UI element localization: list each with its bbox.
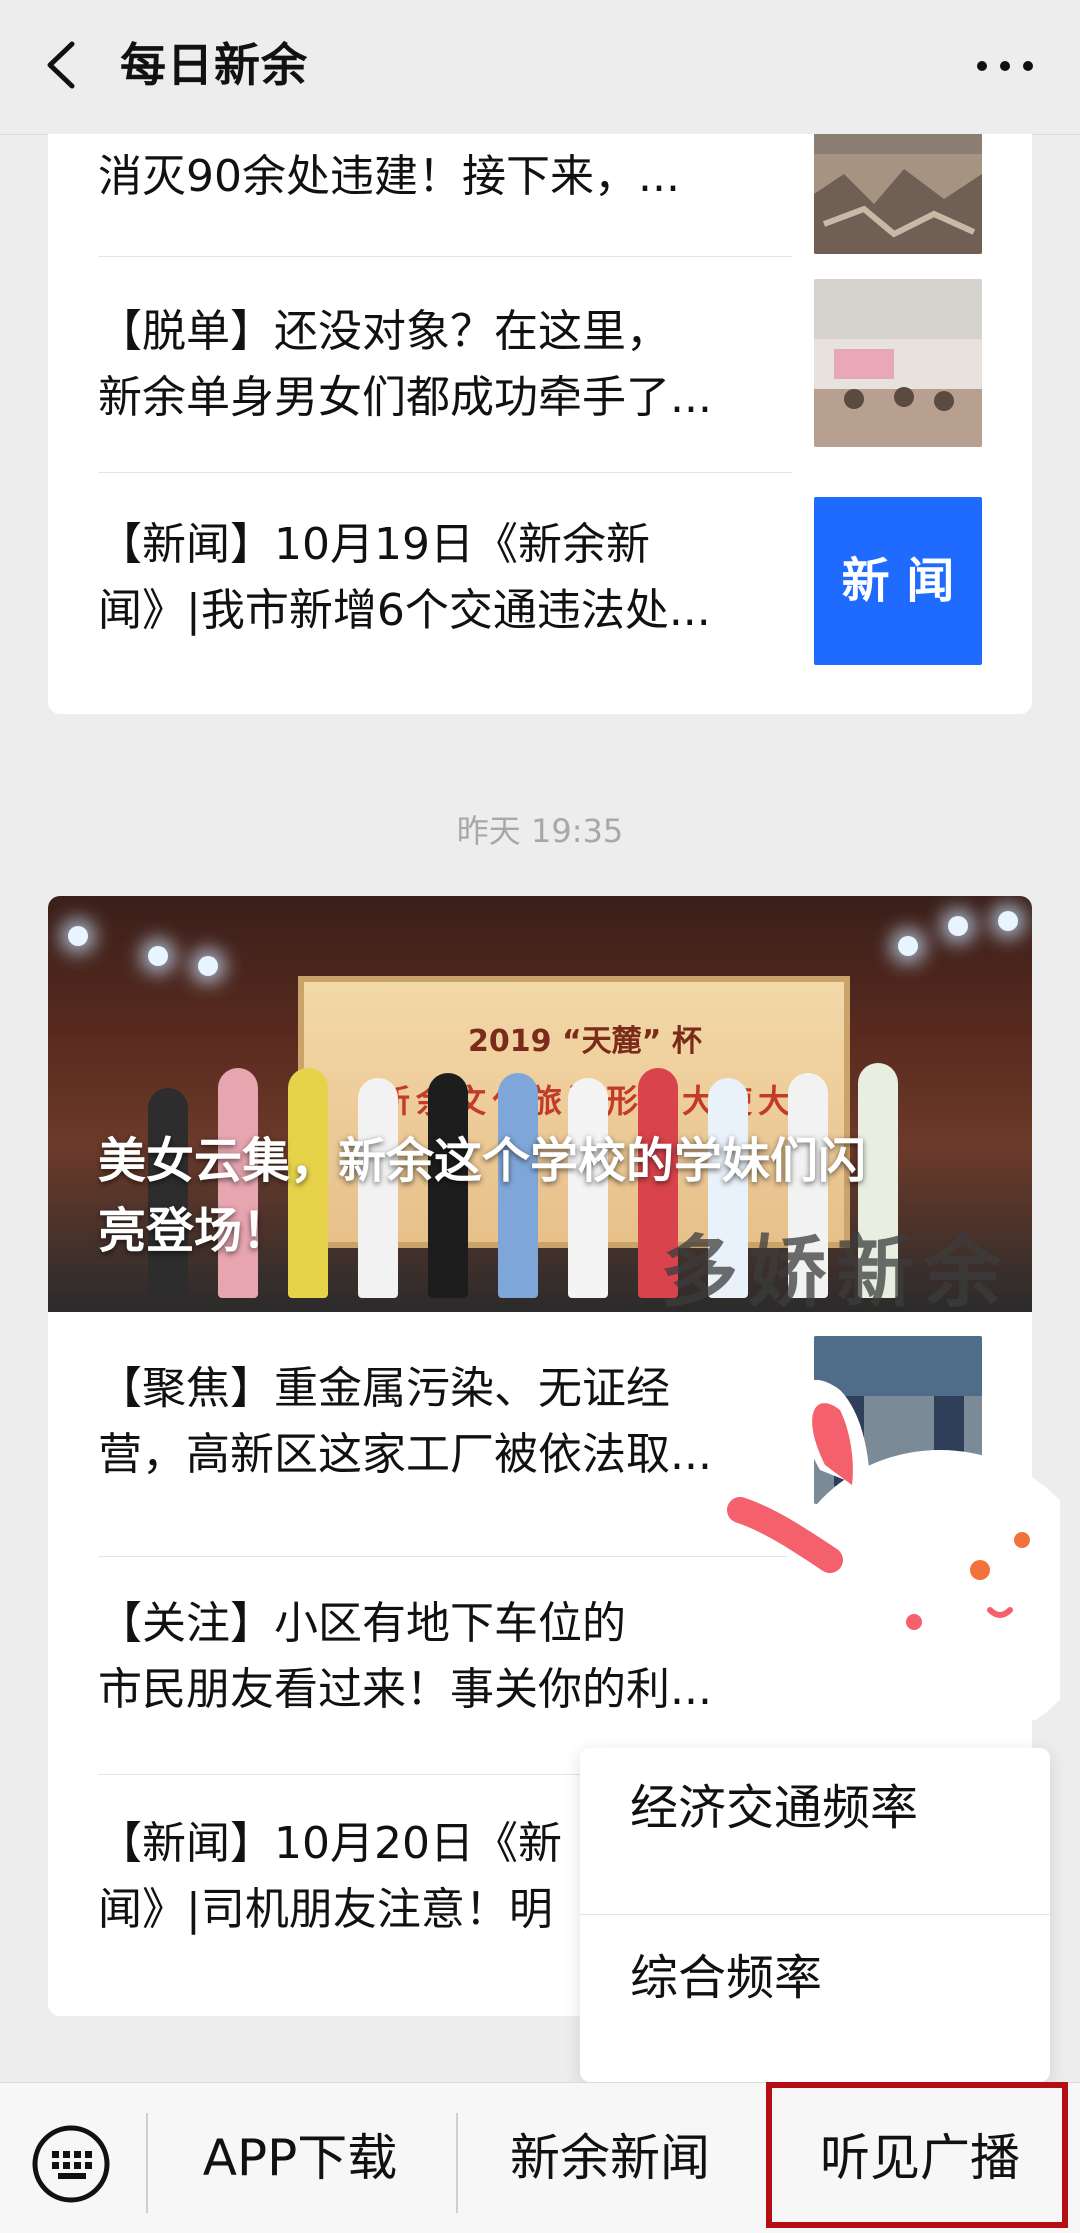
menu-button-xinyu-news[interactable]: 新余新闻 [460,2083,760,2233]
article-title-line: 【关注】小区有地下车位的 [98,1598,626,1649]
stage-title: 2019 “天麓” 杯 [468,1024,702,1059]
banner-caption: 美女云集，新余这个学校的学妹们闪 亮登场！ [98,1126,998,1266]
article-title-line: 营，高新区这家工厂被依法取... [98,1429,712,1480]
banner-caption-line: 美女云集，新余这个学校的学妹们闪 [98,1133,867,1189]
demolition-thumbnail [814,134,982,254]
back-arrow-icon[interactable] [36,30,86,100]
article-title: 【关注】小区有地下车位的 市民朋友看过来！事关你的利... [98,1591,768,1723]
highlight-box [766,2082,1068,2228]
stage-light [198,956,218,976]
more-options-icon[interactable] [970,36,1040,96]
timestamp: 昨天 19:35 [456,812,624,850]
stage-light [898,936,918,956]
article-item-1[interactable]: 消灭90余处违建！接下来，... [98,134,982,300]
article-title-line: 新余单身男女们都成功牵手了... [98,372,712,423]
article-title-line: 【新闻】10月19日《新余新 [98,519,650,570]
submenu-popup: 经济交通频率 综合频率 [580,1748,1050,2082]
article-title-line: 市民朋友看过来！事关你的利... [98,1664,712,1715]
article-title: 【新闻】10月19日《新余新 闻》|我市新增6个交通违法处... [98,512,768,644]
stage-light [948,916,968,936]
divider [98,472,792,473]
menu-separator [146,2113,148,2213]
article-item-2[interactable]: 【脱单】还没对象？在这里， 新余单身男女们都成功牵手了... [98,279,982,465]
menu-button-app-download[interactable]: APP下载 [150,2083,450,2233]
top-bar: 每日新余 [0,0,1080,135]
news-thumbnail: 新 闻 [814,497,982,665]
article-title-line: 【聚焦】重金属污染、无证经 [98,1363,670,1414]
stage-light [68,926,88,946]
article-card-1: 消灭90余处违建！接下来，... 【脱单】还没对象？在这里， 新余单身男女们都成… [48,134,1032,714]
stage-light [998,911,1018,931]
featured-banner[interactable]: 2019 “天麓” 杯 新余文化旅游形象大使大赛 多娇新余 美女云集，新余这个学… [48,896,1032,1312]
article-title: 【聚焦】重金属污染、无证经 营，高新区这家工厂被依法取... [98,1356,768,1488]
article-title: 【脱单】还没对象？在这里， 新余单身男女们都成功牵手了... [98,299,768,431]
dating-event-thumbnail [814,279,982,447]
article-title-line: 消灭90余处违建！接下来，... [98,151,680,202]
keyboard-icon[interactable] [30,2123,112,2205]
menu-separator [456,2113,458,2213]
divider [98,256,792,257]
page-title: 每日新余 [120,38,308,92]
rabbit-sticker-icon [727,1379,1060,1720]
article-title-line: 【脱单】还没对象？在这里， [98,306,670,357]
divider [98,1556,792,1557]
article-title: 消灭90余处违建！接下来，... [98,144,768,210]
menu-item-general-frequency[interactable]: 综合频率 [630,1938,822,2018]
article-title-line: 闻》|我市新增6个交通违法处... [98,585,711,636]
banner-caption-line: 亮登场！ [98,1203,291,1259]
stage-light [148,946,168,966]
article-item-3[interactable]: 【新闻】10月19日《新余新 闻》|我市新增6个交通违法处... 新 闻 [98,497,982,683]
divider [580,1914,1050,1915]
menu-item-economic-traffic[interactable]: 经济交通频率 [630,1768,918,1848]
